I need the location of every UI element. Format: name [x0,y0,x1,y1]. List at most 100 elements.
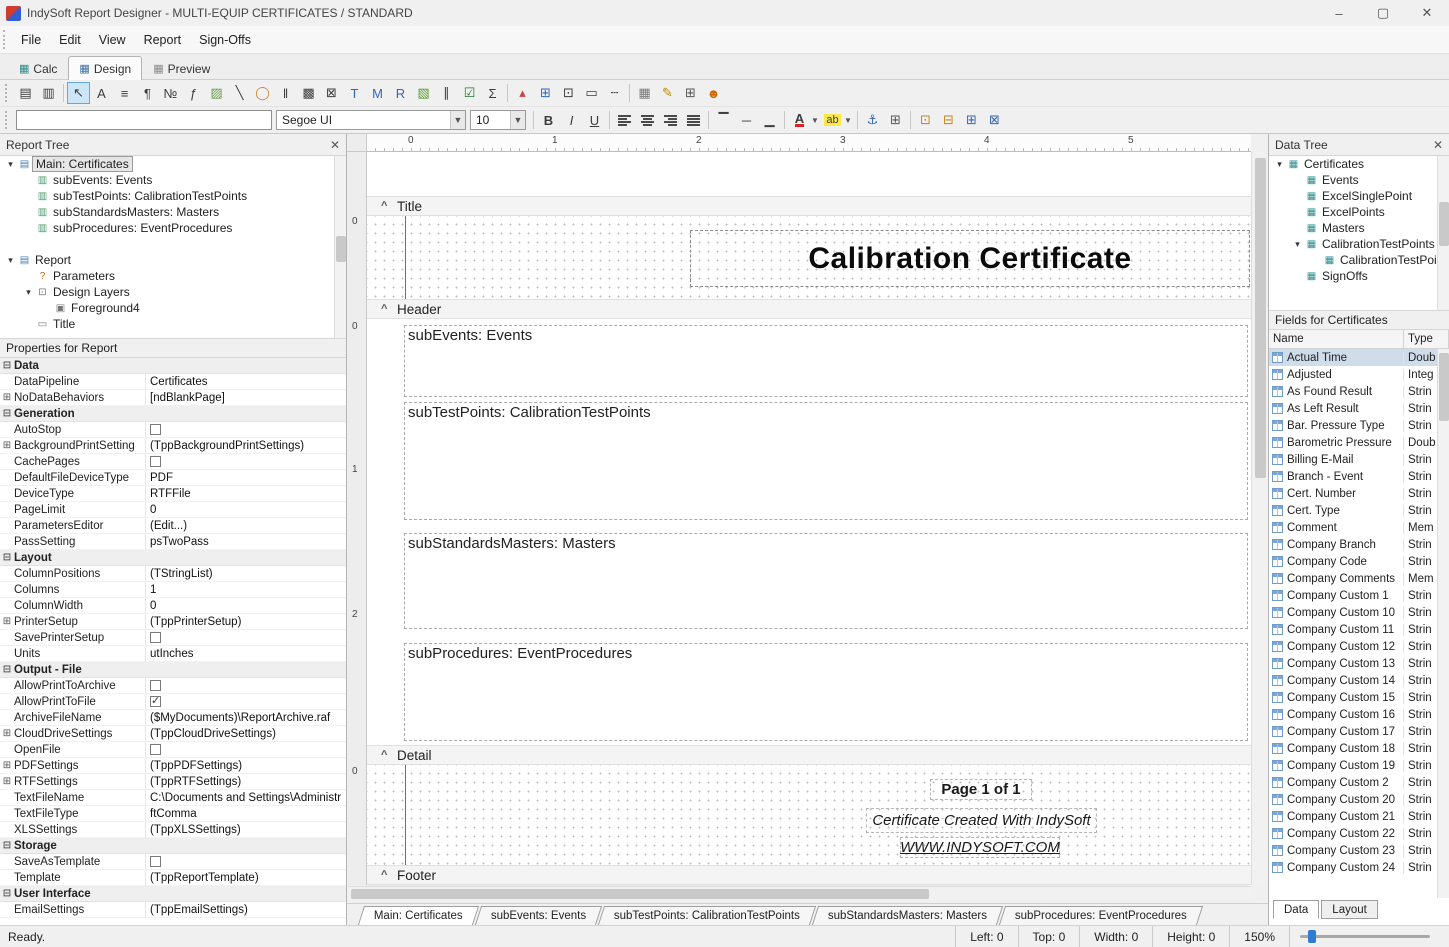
property-value-cell[interactable]: (Edit...) [146,518,346,533]
chevron-down-icon[interactable]: ▼ [844,116,854,125]
checkbox[interactable] [150,856,161,867]
maximize-button[interactable]: ▢ [1361,0,1405,26]
property-value-cell[interactable]: utInches [146,646,346,661]
field-row[interactable]: Company Custom 14Strin [1269,672,1437,689]
property-value-cell[interactable]: (TppRTFSettings) [146,774,346,789]
minimize-button[interactable]: – [1317,0,1361,26]
header-band-header[interactable]: ^ Header [367,299,1251,319]
field-row[interactable]: Company Custom 24Strin [1269,859,1437,876]
crosstab-tool-icon[interactable]: ⊞ [534,82,557,104]
property-value-cell[interactable]: C:\Documents and Settings\Administr [146,790,346,805]
richtext-tool-icon[interactable]: ¶ [136,82,159,104]
chevron-down-icon[interactable]: ▼ [450,111,465,129]
expand-icon[interactable]: ⊞ [0,728,14,739]
property-value-cell[interactable] [146,422,346,437]
subreport-region[interactable]: subEvents: Events [404,325,1248,397]
field-row[interactable]: AdjustedInteg [1269,366,1437,383]
sheet-tab-subprocedures-eventprocedures[interactable]: subProcedures: EventProcedures [999,906,1203,925]
checkbox[interactable] [150,632,161,643]
canvas-horizontal-scrollbar[interactable] [347,886,1251,900]
property-row-pdfsettings[interactable]: ⊞PDFSettings(TppPDFSettings) [0,758,346,774]
tree-node-excelsinglepoint[interactable]: ▦ExcelSinglePoint [1269,188,1437,204]
field-row[interactable]: Company Custom 18Strin [1269,740,1437,757]
property-value-cell[interactable]: 0 [146,502,346,517]
field-row[interactable]: As Left ResultStrin [1269,400,1437,417]
menu-view[interactable]: View [90,30,135,50]
property-value-cell[interactable]: ftComma [146,806,346,821]
tab-calc[interactable]: ▦Calc [8,57,68,79]
collapse-icon[interactable]: ⊟ [0,664,14,675]
field-row[interactable]: Company CodeStrin [1269,553,1437,570]
title-label-element[interactable]: Calibration Certificate [690,230,1250,287]
tree-node-events[interactable]: ▦Events [1269,172,1437,188]
memo-tool-icon[interactable]: ≡ [113,82,136,104]
align-justify-button[interactable] [682,109,705,131]
property-row-backgroundprintsetting[interactable]: ⊞BackgroundPrintSetting(TppBackgroundPri… [0,438,346,454]
tree-node-title[interactable]: ▭Title [0,316,346,332]
tree-node-certificates[interactable]: ▾▦Certificates [1269,156,1437,172]
property-value-cell[interactable]: [ndBlankPage] [146,390,346,405]
sheet-tab-main-certificates[interactable]: Main: Certificates [358,906,479,925]
property-value-cell[interactable]: ($MyDocuments)\ReportArchive.raf [146,710,346,725]
footer-band-header[interactable]: ^ Footer [367,865,1251,885]
align-left-button[interactable] [613,109,636,131]
send-backward-button[interactable]: ⊠ [983,109,1006,131]
field-row[interactable]: As Found ResultStrin [1269,383,1437,400]
checkbox[interactable] [150,696,161,707]
close-button[interactable]: ✕ [1405,0,1449,26]
tree-node-masters[interactable]: ▦Masters [1269,220,1437,236]
shape-tool-icon[interactable]: ◯ [251,82,274,104]
collapse-icon[interactable]: ⊟ [0,552,14,563]
sheet-tab-subtestpoints-calibrationtestpoints[interactable]: subTestPoints: CalibrationTestPoints [598,906,816,925]
property-row-allowprinttoarchive[interactable]: AllowPrintToArchive [0,678,346,694]
tree-node-subtestpoints-calibrationtestpoints[interactable]: ▥subTestPoints: CalibrationTestPoints [0,188,346,204]
valign-bottom-button[interactable]: ▁ [758,109,781,131]
property-section-output-file[interactable]: ⊟Output - File [0,662,346,678]
highlight-color-button[interactable]: ab [821,109,844,131]
property-section-layout[interactable]: ⊟Layout [0,550,346,566]
signoff-pen-icon[interactable]: ✎ [656,82,679,104]
tree-node-subprocedures-eventprocedures[interactable]: ▥subProcedures: EventProcedures [0,220,346,236]
property-section-generation[interactable]: ⊟Generation [0,406,346,422]
property-value-cell[interactable] [146,678,346,693]
checkbox[interactable] [150,456,161,467]
property-section-storage[interactable]: ⊟Storage [0,838,346,854]
close-icon[interactable]: ✕ [330,138,340,152]
created-with-element[interactable]: Certificate Created With IndySoft [866,808,1097,833]
dbrichtext-tool-icon[interactable]: R [389,82,412,104]
property-row-textfilename[interactable]: TextFileNameC:\Documents and Settings\Ad… [0,790,346,806]
field-row[interactable]: Cert. TypeStrin [1269,502,1437,519]
font-name-combo[interactable]: Segoe UI ▼ [276,110,466,130]
dbcalc-tool-icon[interactable]: Σ [481,82,504,104]
tab-layout[interactable]: Layout [1321,900,1378,919]
font-size-combo[interactable]: 10 ▼ [470,110,526,130]
grid-toggle-icon[interactable]: ⊞ [679,82,702,104]
zoom-slider-track[interactable] [1300,935,1430,938]
expression-input[interactable] [16,110,272,130]
field-row[interactable]: Company Custom 23Strin [1269,842,1437,859]
collapse-icon[interactable]: ▾ [4,255,17,266]
property-value-cell[interactable]: (TppReportTemplate) [146,870,346,885]
canvas-vertical-scrollbar[interactable] [1251,152,1268,885]
collapse-band-icon[interactable]: ^ [381,200,397,212]
tree-node-excelpoints[interactable]: ▦ExcelPoints [1269,204,1437,220]
bring-to-front-button[interactable]: ⊡ [914,109,937,131]
tree-node-subevents-events[interactable]: ▥subEvents: Events [0,172,346,188]
collapse-icon[interactable]: ▾ [1291,239,1304,250]
menu-report[interactable]: Report [135,30,191,50]
fields-scrollbar[interactable] [1437,349,1449,898]
property-row-columnpositions[interactable]: ColumnPositions(TStringList) [0,566,346,582]
field-row[interactable]: Company Custom 17Strin [1269,723,1437,740]
checkbox[interactable] [150,424,161,435]
dbmemo-tool-icon[interactable]: M [366,82,389,104]
field-row[interactable]: Company BranchStrin [1269,536,1437,553]
collapse-icon[interactable]: ⊟ [0,360,14,371]
property-row-defaultfiledevicetype[interactable]: DefaultFileDeviceTypePDF [0,470,346,486]
tree-node-design-layers[interactable]: ▾⊡Design Layers [0,284,346,300]
property-row-saveastemplate[interactable]: SaveAsTemplate [0,854,346,870]
collapse-icon[interactable]: ⊟ [0,408,14,419]
chevron-down-icon[interactable]: ▼ [510,111,525,129]
property-value-cell[interactable]: (TppXLSSettings) [146,822,346,837]
property-row-clouddrivesettings[interactable]: ⊞CloudDriveSettings(TppCloudDriveSetting… [0,726,346,742]
expand-icon[interactable]: ⊞ [0,440,14,451]
